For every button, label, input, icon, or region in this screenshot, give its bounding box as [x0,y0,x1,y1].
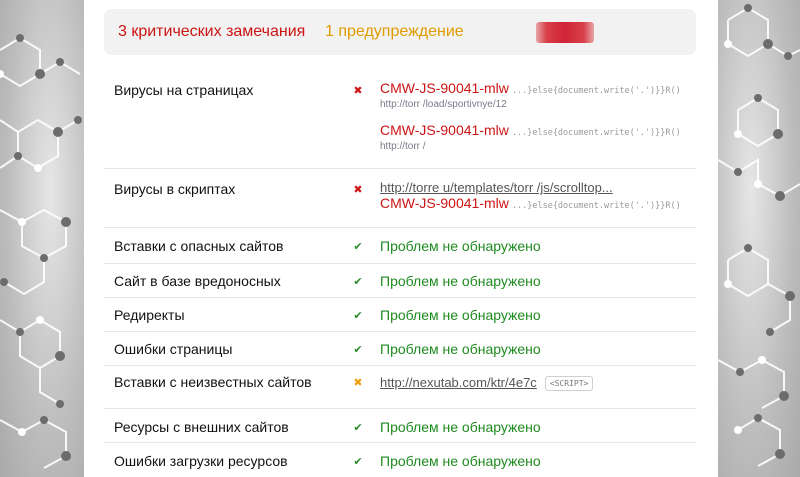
script-tag-badge: <SCRIPT> [544,376,594,391]
redacted-badge [536,22,594,43]
row-resource-load-errors: Ошибки загрузки ресурсов ✔ Проблем не об… [104,443,696,477]
unknown-insert-entry: http://nexutab.com/ktr/4e7c <SCRIPT> [380,374,594,392]
code-snippet: ...}else{document.write('.')}}R() [511,201,681,211]
status-text: Проблем не обнаружено [380,419,541,435]
row-label: Вирусы в скриптах [114,181,236,197]
warning-cross-icon: ✖ [353,377,363,389]
virus-name[interactable]: CMW-JS-90041-mlw [380,80,509,96]
row-label: Вставки с неизвестных сайтов [114,374,312,390]
check-icon: ✔ [353,456,363,468]
row-viruses-on-pages: Вирусы на страницах ✖ CMW-JS-90041-mlw..… [104,70,696,169]
row-redirects: Редиректы ✔ Проблем не обнаружено [104,298,696,332]
status-text: Проблем не обнаружено [380,453,541,469]
scan-report-panel: 3 критических замечания 1 предупреждение… [84,0,718,477]
molecule-pattern-right [718,4,800,467]
check-icon: ✔ [353,422,363,434]
status-text: Проблем не обнаружено [380,238,541,254]
infected-url[interactable]: http://torr / [380,141,426,152]
warning-count-link[interactable]: 1 предупреждение [325,23,464,41]
code-snippet: ...}else{document.write('.')}}R() [511,128,681,138]
virus-entry: CMW-JS-90041-mlw ...}else{document.write(… [380,195,681,213]
molecule-background-right [718,0,800,477]
check-icon: ✔ [353,276,363,288]
virus-name[interactable]: CMW-JS-90041-mlw [380,195,509,211]
check-icon: ✔ [353,310,363,322]
row-label: Ошибки страницы [114,341,233,357]
row-dangerous-inserts: Вставки с опасных сайтов ✔ Проблем не об… [104,228,696,264]
virus-entry: CMW-JS-90041-mlw ...}else{document.write(… [380,122,681,140]
row-label: Вставки с опасных сайтов [114,238,284,254]
virus-entry: CMW-JS-90041-mlw ...}else{document.write(… [380,80,681,98]
row-label: Вирусы на страницах [114,82,254,98]
script-url[interactable]: http://torre u/templates/torr /js/scroll… [380,180,613,195]
summary-bar: 3 критических замечания 1 предупреждение [104,9,696,55]
infected-url[interactable]: http://torr /load/sportivnye/12 [380,99,507,110]
virus-name[interactable]: CMW-JS-90041-mlw [380,122,509,138]
row-viruses-in-scripts: Вирусы в скриптах ✖ http://torre u/templ… [104,169,696,228]
critical-count-link[interactable]: 3 критических замечания [118,23,305,41]
status-text: Проблем не обнаружено [380,341,541,357]
row-malware-database: Сайт в базе вредоносных ✔ Проблем не обн… [104,264,696,298]
row-unknown-inserts: Вставки с неизвестных сайтов ✖ http://ne… [104,366,696,409]
check-icon: ✔ [353,344,363,356]
row-external-resources: Ресурсы с внешних сайтов ✔ Проблем не об… [104,409,696,443]
code-snippet: ...}else{document.write('.')}}R() [511,86,681,96]
row-label: Редиректы [114,307,185,323]
row-label: Ошибки загрузки ресурсов [114,453,288,469]
status-text: Проблем не обнаружено [380,273,541,289]
status-text: Проблем не обнаружено [380,307,541,323]
cross-icon: ✖ [353,85,363,97]
molecule-pattern-left [0,34,82,469]
row-label: Ресурсы с внешних сайтов [114,419,289,435]
row-label: Сайт в базе вредоносных [114,273,281,289]
check-icon: ✔ [353,241,363,253]
unknown-site-link[interactable]: http://nexutab.com/ktr/4e7c [380,375,537,390]
cross-icon: ✖ [353,184,363,196]
row-page-errors: Ошибки страницы ✔ Проблем не обнаружено [104,332,696,366]
molecule-background-left [0,0,84,477]
